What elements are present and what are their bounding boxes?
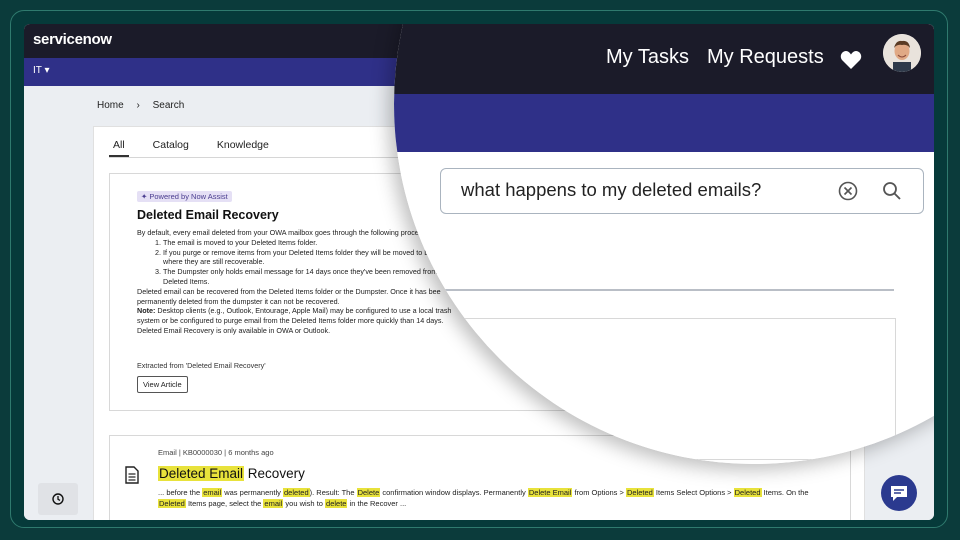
avatar[interactable] xyxy=(883,34,921,72)
nav-my-tasks[interactable]: My Tasks xyxy=(606,46,689,69)
chat-icon[interactable] xyxy=(881,475,917,511)
document-icon xyxy=(125,466,139,484)
magnified-view: My Tasks My Requests xyxy=(394,24,934,464)
snippet-highlight: email xyxy=(202,488,223,497)
snippet-highlight: Delete Email xyxy=(527,488,573,497)
snippet-text: in the Recover ... xyxy=(347,499,407,508)
now-assist-badge: ✦ Powered by Now Assist xyxy=(137,191,232,202)
snippet-highlight: email xyxy=(263,499,284,508)
snippet-text: confirmation window displays. Permanentl… xyxy=(380,488,528,497)
breadcrumb-home[interactable]: Home xyxy=(97,100,124,111)
snippet-text: ). Result: The xyxy=(309,488,357,497)
snippet-highlight: Deleted xyxy=(733,488,762,497)
search-box xyxy=(440,168,924,214)
ai-answer-title: Deleted Email Recovery xyxy=(137,208,279,222)
snippet-highlight: Deleted xyxy=(158,499,186,508)
result-title-highlight: Deleted Email xyxy=(158,466,245,481)
it-menu-label: IT xyxy=(33,65,42,76)
tab-catalog[interactable]: Catalog xyxy=(149,139,193,157)
tab-all[interactable]: All xyxy=(109,139,129,157)
it-menu[interactable]: IT ▾ xyxy=(33,65,50,76)
snippet-highlight: Deleted xyxy=(625,488,654,497)
search-icon[interactable] xyxy=(882,181,902,201)
servicenow-logo[interactable]: servicenow xyxy=(33,31,112,48)
note-label: Note: xyxy=(137,306,156,316)
tab-knowledge[interactable]: Knowledge xyxy=(213,139,273,157)
heart-icon[interactable] xyxy=(840,50,862,70)
history-icon[interactable] xyxy=(38,483,78,515)
nav-my-requests[interactable]: My Requests xyxy=(707,46,824,69)
snippet-text: Items page, select the xyxy=(185,499,264,508)
extracted-from-label: Extracted from 'Deleted Email Recovery' xyxy=(137,361,266,370)
magnified-divider xyxy=(434,289,894,291)
app-screen: servicenow IT ▾ Home › Search All Catalo… xyxy=(24,24,934,520)
breadcrumb-current: Search xyxy=(152,100,185,111)
magnified-sub-bar xyxy=(394,94,934,152)
snippet-text: you wish to xyxy=(283,499,326,508)
breadcrumb: Home › Search xyxy=(97,100,194,111)
result-snippet: ... before the email was permanently del… xyxy=(158,487,823,509)
result-title-link[interactable]: Deleted Email Recovery xyxy=(158,466,305,481)
magnified-card-outline xyxy=(434,318,896,460)
view-article-button[interactable]: View Article xyxy=(137,376,188,393)
snippet-text: Items. On the xyxy=(761,488,809,497)
result-meta: Email | KB0000030 | 6 months ago xyxy=(158,448,274,457)
snippet-highlight: delete xyxy=(325,499,348,508)
caret-down-icon: ▾ xyxy=(44,65,50,76)
search-input[interactable] xyxy=(461,179,801,201)
snippet-text: ... before the xyxy=(158,488,203,497)
snippet-highlight: deleted xyxy=(283,488,310,497)
clear-icon[interactable] xyxy=(838,181,858,201)
snippet-text: from Options > xyxy=(572,488,626,497)
snippet-highlight: Delete xyxy=(356,488,381,497)
snippet-text: Items Select Options > xyxy=(653,488,734,497)
chevron-right-icon: › xyxy=(136,100,140,111)
result-title-rest: Recovery xyxy=(244,466,305,481)
snippet-text: was permanently xyxy=(222,488,284,497)
